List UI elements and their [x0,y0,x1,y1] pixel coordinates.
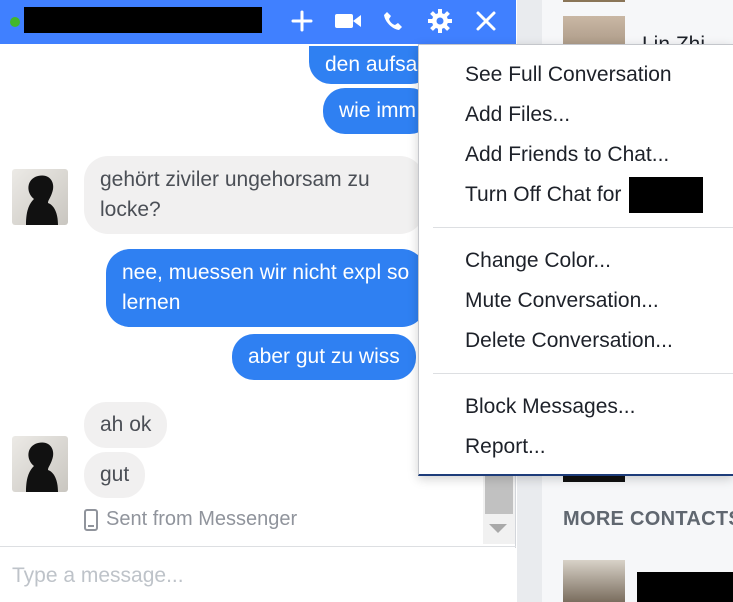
menu-item-turn-off-chat[interactable]: Turn Off Chat for [465,175,704,215]
sent-from-messenger: Sent from Messenger [84,508,297,531]
menu-divider [433,227,733,228]
message-bubble: aber gut zu wiss [232,334,416,380]
message-input[interactable] [0,548,516,602]
message-bubble: ah ok [84,402,168,448]
menu-item-block-messages[interactable]: Block Messages... [465,387,635,427]
contact-thumbnail[interactable] [563,476,625,482]
menu-item-mute-conversation[interactable]: Mute Conversation... [465,281,659,321]
menu-item-add-files[interactable]: Add Files... [465,95,570,135]
message-bubble: wie imm [323,88,432,134]
contact-thumbnail[interactable] [563,0,625,2]
avatar[interactable] [12,436,68,492]
message-bubble: nee, muessen wir nicht expl so lernen [106,249,426,327]
menu-item-change-color[interactable]: Change Color... [465,241,611,281]
conversation-name-redacted[interactable] [24,7,262,33]
scroll-down-arrow-icon[interactable] [489,524,507,533]
menu-divider [433,373,733,374]
gear-icon[interactable] [425,7,455,35]
composer [0,546,516,602]
avatar[interactable] [12,169,68,225]
conversation-options-menu: See Full Conversation Add Files... Add F… [418,44,733,476]
more-contacts-heading: MORE CONTACTS [563,508,733,530]
message-bubble: den aufsa [309,46,434,84]
scrollbar-thumb[interactable] [485,474,513,514]
menu-item-see-full-conversation[interactable]: See Full Conversation [465,55,672,95]
menu-item-report[interactable]: Report... [465,427,546,467]
message-bubble: gehört ziviler ungehorsam zu locke? [84,156,424,234]
mobile-phone-icon [84,508,98,531]
chat-header[interactable] [0,0,516,44]
phone-icon[interactable] [378,7,408,35]
plus-icon[interactable] [287,7,317,35]
redacted-name [629,177,704,214]
sent-from-label: Sent from Messenger [106,508,298,530]
menu-item-delete-conversation[interactable]: Delete Conversation... [465,321,673,361]
online-status-dot [10,17,20,27]
menu-item-add-friends[interactable]: Add Friends to Chat... [465,135,669,175]
message-bubble: gut [84,452,146,498]
contact-name-redacted[interactable] [637,572,733,602]
contact-thumbnail[interactable] [563,560,625,602]
menu-item-label: Turn Off Chat for [465,183,622,206]
close-icon[interactable] [471,7,501,35]
video-camera-icon[interactable] [333,7,363,35]
